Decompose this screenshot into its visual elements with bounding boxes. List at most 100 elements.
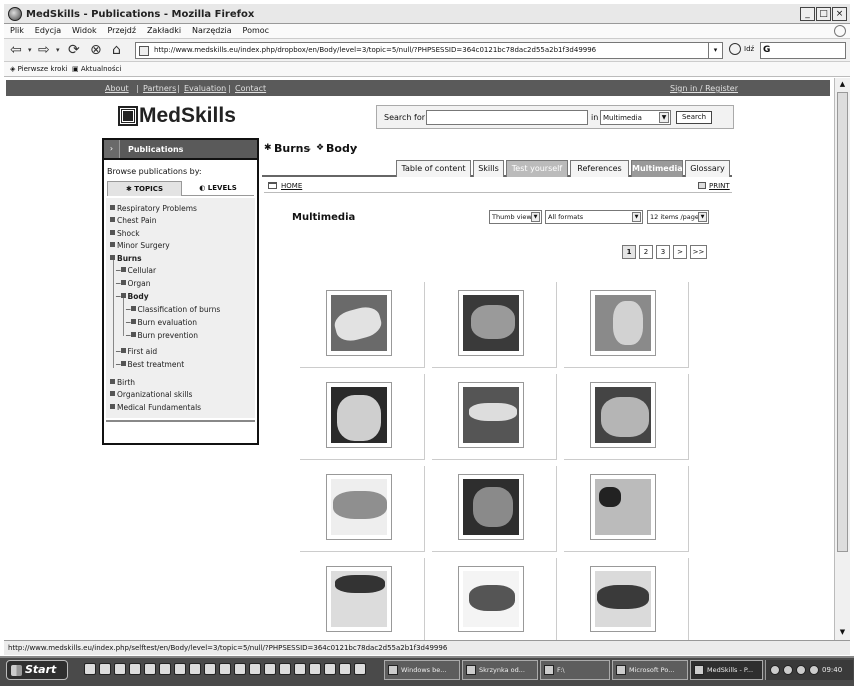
- scroll-thumb[interactable]: [837, 92, 848, 552]
- quicklaunch-icon[interactable]: [354, 663, 366, 675]
- tree-item-body[interactable]: ─ Body: [116, 292, 149, 301]
- quicklaunch-icon[interactable]: [204, 663, 216, 675]
- thumbnail-cell[interactable]: [432, 374, 557, 460]
- task-skrzynka[interactable]: Skrzynka od...: [462, 660, 538, 680]
- thumbnail[interactable]: [326, 382, 392, 448]
- quicklaunch-icon[interactable]: [99, 663, 111, 675]
- forward-dropdown-icon[interactable]: ▾: [56, 41, 60, 59]
- quicklaunch-icon[interactable]: [309, 663, 321, 675]
- tree-item[interactable]: Minor Surgery: [110, 241, 170, 250]
- page-2-button[interactable]: 2: [639, 245, 653, 259]
- tree-item[interactable]: Medical Fundamentals: [110, 403, 201, 412]
- tree-item[interactable]: Respiratory Problems: [110, 204, 197, 213]
- next-page-button[interactable]: >: [673, 245, 687, 259]
- tree-item[interactable]: Organizational skills: [110, 390, 192, 399]
- forward-icon[interactable]: ⇨: [38, 41, 50, 59]
- thumbnail[interactable]: [590, 474, 656, 540]
- chevron-right-icon[interactable]: ›: [104, 140, 120, 158]
- home-icon[interactable]: ⌂: [112, 41, 121, 59]
- back-dropdown-icon[interactable]: ▾: [28, 41, 32, 59]
- menu-zakladki[interactable]: Zakładki: [147, 24, 181, 38]
- menu-narzedzia[interactable]: Narzędzia: [192, 24, 232, 38]
- thumbnail[interactable]: [458, 474, 524, 540]
- start-button[interactable]: Start: [6, 660, 68, 680]
- maximize-button[interactable]: □: [816, 7, 831, 21]
- close-button[interactable]: ×: [832, 7, 847, 21]
- tab-skills[interactable]: Skills: [473, 160, 504, 177]
- quicklaunch-icon[interactable]: [114, 663, 126, 675]
- thumbnail[interactable]: [458, 290, 524, 356]
- format-select[interactable]: All formats ▼: [545, 210, 643, 224]
- task-windows[interactable]: Windows be...: [384, 660, 460, 680]
- title-bar[interactable]: MedSkills - Publications - Mozilla Firef…: [4, 4, 850, 24]
- quicklaunch-icon[interactable]: [174, 663, 186, 675]
- search-button[interactable]: Search: [676, 111, 712, 124]
- address-dropdown-icon[interactable]: ▾: [708, 43, 722, 58]
- breadcrumb-burns[interactable]: Burns: [274, 142, 310, 155]
- quicklaunch-icon[interactable]: [294, 663, 306, 675]
- menu-edycja[interactable]: Edycja: [35, 24, 61, 38]
- home-link[interactable]: HOME: [281, 182, 302, 190]
- stop-icon[interactable]: ⊗: [90, 41, 102, 59]
- nav-evaluation[interactable]: Evaluation: [184, 84, 226, 93]
- menu-plik[interactable]: Plik: [10, 24, 24, 38]
- thumbnail[interactable]: [326, 474, 392, 540]
- tree-item[interactable]: ─ Cellular: [116, 266, 156, 275]
- quicklaunch-icon[interactable]: [339, 663, 351, 675]
- thumbnail-cell[interactable]: [564, 558, 689, 644]
- nav-signin-register[interactable]: Sign in / Register: [670, 84, 738, 93]
- address-bar[interactable]: http://www.medskills.eu/index.php/dropbo…: [135, 42, 723, 59]
- tab-table-of-content[interactable]: Table of content: [396, 160, 471, 177]
- menu-pomoc[interactable]: Pomoc: [243, 24, 270, 38]
- thumbnail-cell[interactable]: [564, 282, 689, 368]
- thumbnail[interactable]: [326, 290, 392, 356]
- menu-przejdz[interactable]: Przejdź: [107, 24, 136, 38]
- print-link[interactable]: PRINT: [709, 182, 730, 190]
- thumbnail-cell[interactable]: [300, 282, 425, 368]
- tray-icon[interactable]: [809, 665, 819, 675]
- quicklaunch-icon[interactable]: [129, 663, 141, 675]
- tray-icon[interactable]: [783, 665, 793, 675]
- search-scope-select[interactable]: Multimedia ▼: [600, 110, 671, 125]
- quicklaunch-icon[interactable]: [219, 663, 231, 675]
- tree-item[interactable]: ─ Burn prevention: [126, 331, 198, 340]
- task-medskills[interactable]: MedSkills - P...: [690, 660, 763, 680]
- thumbnail[interactable]: [458, 382, 524, 448]
- quicklaunch-icon[interactable]: [159, 663, 171, 675]
- bookmark-first-steps[interactable]: ◈ Pierwsze kroki: [10, 65, 67, 73]
- tab-test-yourself[interactable]: Test yourself: [506, 160, 568, 177]
- thumbnail-cell[interactable]: [300, 466, 425, 552]
- nav-partners[interactable]: Partners: [143, 84, 176, 93]
- quicklaunch-icon[interactable]: [279, 663, 291, 675]
- quicklaunch-icon[interactable]: [249, 663, 261, 675]
- tray-icon[interactable]: [796, 665, 806, 675]
- tab-references[interactable]: References: [570, 160, 629, 177]
- browser-search-input[interactable]: G: [760, 42, 846, 59]
- quicklaunch-icon[interactable]: [189, 663, 201, 675]
- thumbnail-cell[interactable]: [564, 466, 689, 552]
- nav-contact[interactable]: Contact: [235, 84, 266, 93]
- tree-item[interactable]: ─ Best treatment: [116, 360, 184, 369]
- quicklaunch-icon[interactable]: [324, 663, 336, 675]
- tree-item[interactable]: Birth: [110, 378, 135, 387]
- quicklaunch-icon[interactable]: [234, 663, 246, 675]
- view-select[interactable]: Thumb view ▼: [489, 210, 542, 224]
- scroll-up-icon[interactable]: ▲: [836, 78, 849, 90]
- tree-item[interactable]: Shock: [110, 229, 140, 238]
- thumbnail-cell[interactable]: [432, 282, 557, 368]
- page-1-button[interactable]: 1: [622, 245, 636, 259]
- thumbnail[interactable]: [326, 566, 392, 632]
- tab-levels[interactable]: ◐ LEVELS: [182, 181, 254, 196]
- thumbnail[interactable]: [590, 290, 656, 356]
- menu-widok[interactable]: Widok: [72, 24, 97, 38]
- go-icon[interactable]: [729, 43, 741, 55]
- thumbnail-cell[interactable]: [432, 558, 557, 644]
- tree-item[interactable]: ─ Organ: [116, 279, 150, 288]
- go-label[interactable]: Idź: [744, 45, 754, 53]
- reload-icon[interactable]: ⟳: [68, 41, 80, 59]
- minimize-button[interactable]: _: [800, 7, 815, 21]
- thumbnail[interactable]: [458, 566, 524, 632]
- quicklaunch-icon[interactable]: [84, 663, 96, 675]
- thumbnail-cell[interactable]: [300, 558, 425, 644]
- task-microsoft[interactable]: Microsoft Po...: [612, 660, 688, 680]
